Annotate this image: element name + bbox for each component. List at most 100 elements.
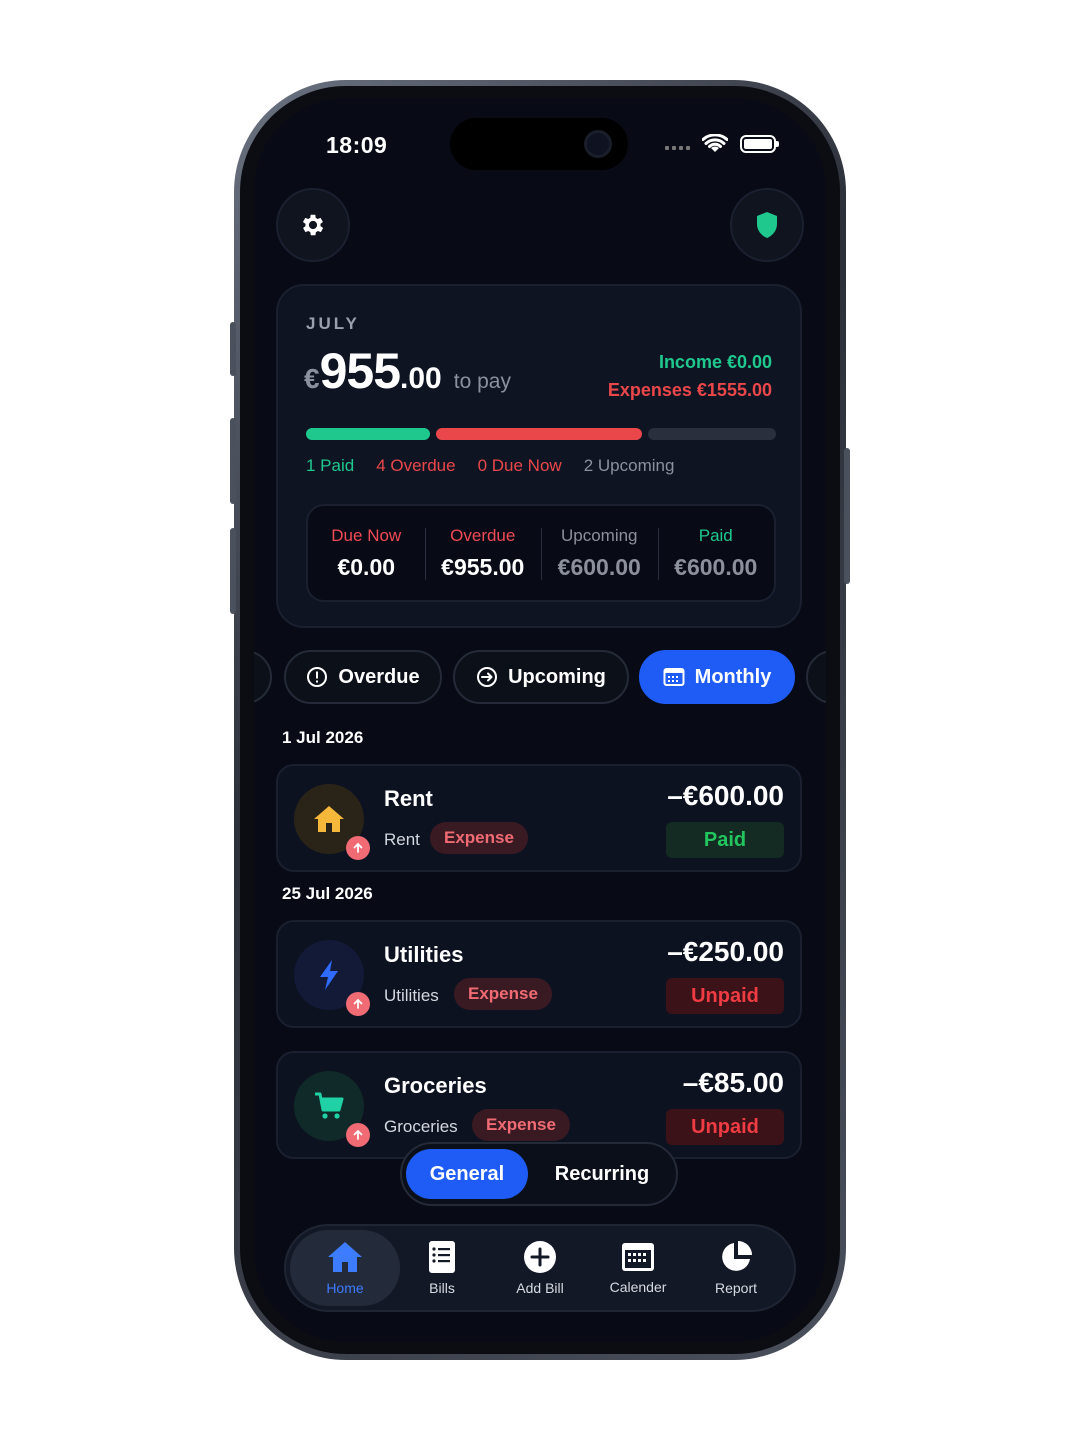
house-icon [314, 806, 344, 832]
nav-label: Report [714, 1280, 758, 1296]
bill-category: Groceries [384, 1117, 458, 1136]
home-icon [328, 1242, 362, 1272]
phone-action-button [230, 322, 236, 376]
expense-arrow-icon [346, 992, 370, 1016]
to-pay-label: to pay [453, 370, 511, 393]
shield-icon [757, 212, 777, 238]
progress-paid-segment [306, 428, 430, 440]
legend-paid: 1 Paid [306, 456, 355, 475]
dynamic-island [450, 118, 628, 170]
phone-power-button [844, 448, 850, 584]
progress-legend: 1 Paid 4 Overdue 0 Due Now 2 Upcoming [306, 456, 674, 476]
bill-category: Rent [384, 830, 420, 849]
plus-circle-icon [524, 1241, 556, 1273]
phone-volume-up [230, 418, 236, 504]
stat-paid: Paid €600.00 [657, 506, 775, 600]
nav-bills[interactable]: Bills [392, 1226, 492, 1310]
month-label: JULY [306, 314, 360, 333]
bill-status-badge[interactable]: Unpaid [666, 1109, 784, 1145]
stat-value: €0.00 [337, 553, 396, 580]
cart-icon [315, 1092, 344, 1119]
bottom-tab-bar: Home Bills Add Bill Calender Report [284, 1224, 796, 1312]
arrow-right-circle-icon [477, 667, 498, 687]
stat-label: Due Now [331, 525, 402, 545]
stat-due-now: Due Now €0.00 [308, 506, 425, 600]
legend-overdue: 4 Overdue [376, 456, 456, 475]
stat-upcoming: Upcoming €600.00 [541, 506, 658, 600]
expense-arrow-icon [346, 1123, 370, 1147]
security-button[interactable] [730, 188, 804, 262]
progress-upcoming-segment [647, 428, 776, 440]
bill-category: Utilities [384, 986, 439, 1005]
nav-calendar[interactable]: Calender [588, 1226, 688, 1310]
bill-row-utilities[interactable]: Utilities Utilities Expense –€250.00 Unp… [276, 920, 802, 1028]
calendar-grid-icon [622, 1243, 654, 1271]
bills-list-icon [429, 1241, 455, 1273]
filter-tab-hidden-right[interactable] [806, 650, 826, 704]
filter-tab-label: Overdue [338, 665, 420, 688]
stat-value: €600.00 [557, 553, 641, 580]
income-total: Income €0.00 [658, 352, 772, 372]
stats-box: Due Now €0.00 Overdue €955.00 Upcoming €… [306, 504, 776, 602]
filter-tab-hidden-left[interactable] [254, 650, 272, 704]
date-header: 25 Jul 2026 [282, 884, 373, 903]
general-recurring-toggle: General Recurring [400, 1142, 678, 1206]
segment-general[interactable]: General [406, 1149, 528, 1199]
segment-recurring[interactable]: Recurring [532, 1149, 672, 1199]
alert-circle-icon [307, 667, 328, 687]
stat-label: Upcoming [560, 525, 638, 545]
bill-type-badge: Expense [430, 822, 528, 854]
filter-tab-label: Monthly [694, 665, 772, 688]
bill-name: Groceries [384, 1073, 487, 1098]
nav-label: Home [326, 1280, 364, 1296]
bill-type-badge: Expense [454, 978, 552, 1010]
phone-volume-down [230, 528, 236, 614]
nav-label: Bills [429, 1280, 455, 1296]
gear-icon [302, 214, 324, 236]
amount-integer: 955 [319, 343, 401, 399]
status-time: 18:09 [326, 132, 388, 158]
stat-value: €955.00 [441, 553, 525, 580]
settings-button[interactable] [276, 188, 350, 262]
stat-label: Overdue [450, 525, 516, 545]
filter-tab-upcoming[interactable]: Upcoming [453, 650, 629, 704]
calendar-icon [663, 668, 685, 686]
bill-status-badge[interactable]: Unpaid [666, 978, 784, 1014]
legend-due-now: 0 Due Now [477, 456, 562, 475]
nav-label: Add Bill [516, 1280, 564, 1296]
filter-tab-overdue[interactable]: Overdue [284, 650, 442, 704]
lightning-icon [320, 960, 338, 990]
filter-tabs: Overdue Upcoming Monthly [254, 650, 826, 704]
nav-label: Calender [609, 1279, 667, 1295]
wifi-icon [702, 134, 728, 152]
bill-amount: –€600.00 [667, 780, 784, 811]
payment-progress-bar [306, 428, 776, 440]
bill-amount: –€250.00 [667, 936, 784, 967]
nav-report[interactable]: Report [686, 1226, 786, 1310]
bill-name: Utilities [384, 942, 464, 967]
bill-status-badge[interactable]: Paid [666, 822, 784, 858]
filter-tab-monthly[interactable]: Monthly [639, 650, 795, 704]
legend-upcoming: 2 Upcoming [583, 456, 675, 475]
bill-row-rent[interactable]: Rent Rent Expense –€600.00 Paid [276, 764, 802, 872]
progress-overdue-segment [435, 428, 642, 440]
nav-home[interactable]: Home [290, 1230, 400, 1306]
bill-type-badge: Expense [472, 1109, 570, 1141]
bill-amount: –€85.00 [682, 1067, 784, 1098]
stat-overdue: Overdue €955.00 [424, 506, 542, 600]
bill-name: Rent [384, 786, 433, 811]
expense-arrow-icon [346, 836, 370, 860]
amount-to-pay: € 955 .00 to pay [304, 342, 511, 400]
nav-add-bill[interactable]: Add Bill [490, 1226, 590, 1310]
income-expenses: Income €0.00 Expenses €1555.00 [608, 348, 772, 404]
app-screen: 18:09 JULY € 955 .00 to pay Income €0.00… [254, 98, 826, 1342]
stat-label: Paid [698, 525, 733, 545]
expenses-total: Expenses €1555.00 [607, 380, 772, 400]
signal-icon [665, 138, 690, 150]
stat-value: €600.00 [674, 553, 758, 580]
currency-symbol: € [304, 363, 320, 394]
status-icons [665, 134, 779, 154]
month-summary-card: JULY € 955 .00 to pay Income €0.00 Expen… [276, 284, 802, 628]
amount-decimal: .00 [400, 362, 442, 395]
date-header: 1 Jul 2026 [282, 728, 364, 747]
